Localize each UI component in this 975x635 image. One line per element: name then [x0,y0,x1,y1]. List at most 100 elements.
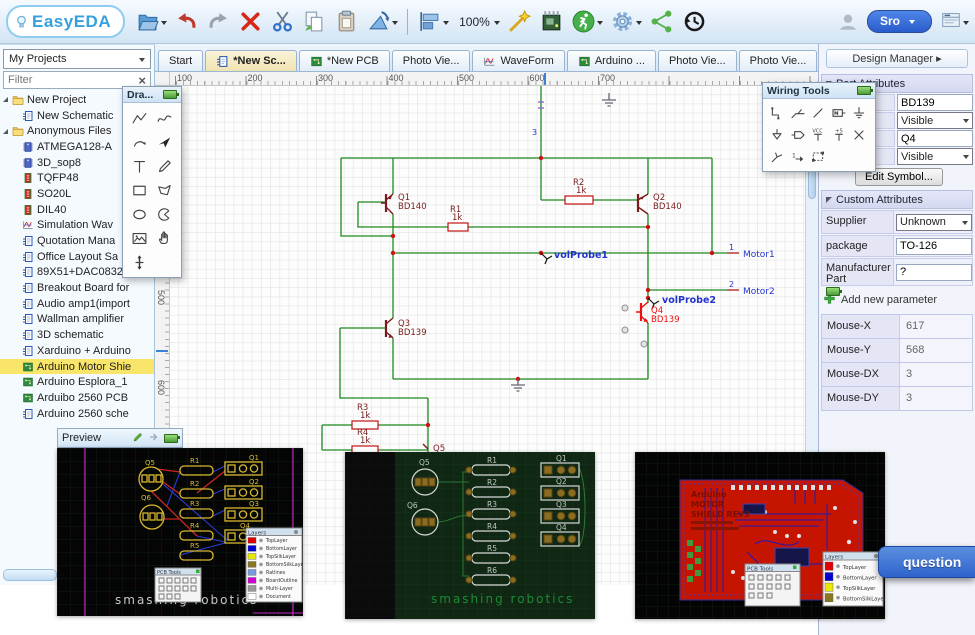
tool-group[interactable] [808,146,829,168]
layer-swatch[interactable] [248,562,256,568]
layer-visibility-eye-icon[interactable] [259,571,263,575]
open-button[interactable] [133,6,169,38]
tab-arduino[interactable]: Arduino ... [567,50,656,71]
manufacturer-part-input[interactable] [896,264,972,281]
tool-pencil[interactable] [152,154,177,178]
wizard-button[interactable] [505,6,534,38]
layer-swatch[interactable] [248,594,256,600]
tree-item-wallman-amplifier[interactable]: Wallman amplifier [0,312,154,328]
layer-visibility-eye-icon[interactable] [836,596,840,600]
tool-v5[interactable]: +5 [829,124,850,146]
tool-bus[interactable] [788,102,809,124]
tool-text[interactable] [127,154,152,178]
tree-item-arduino-2560-sche[interactable]: Arduino 2560 sche [0,406,154,422]
zoom-button[interactable]: 100% [454,6,502,38]
tool-arc[interactable] [127,130,152,154]
tool-move[interactable] [127,250,152,274]
layer-swatch[interactable] [825,594,833,602]
tab-photo-vie[interactable]: Photo Vie... [739,50,818,71]
open-arrow-icon[interactable] [148,431,160,446]
tool-ground[interactable] [849,102,870,124]
layer-visibility-eye-icon[interactable] [259,563,263,567]
share-button[interactable] [647,6,676,38]
ask-question-button[interactable]: question [878,546,975,578]
run-button[interactable] [569,6,605,38]
tool-rect[interactable] [127,178,152,202]
paste-button[interactable] [332,6,361,38]
tree-item-arduino-esplora-1[interactable]: Arduino Esplora_1 [0,374,154,390]
layer-swatch[interactable] [248,578,256,584]
expand-arrow-icon[interactable] [3,97,8,102]
tool-probe[interactable] [767,146,788,168]
layer-visibility-eye-icon[interactable] [259,555,263,559]
expand-arrow-icon[interactable] [3,129,8,134]
easyeda-logo[interactable]: EasyEDA [6,5,125,38]
projects-select[interactable]: My Projects [3,49,151,69]
add-parameter-button[interactable]: Add new parameter [821,287,973,314]
tab-new-pcb[interactable]: *New PCB [299,50,390,71]
layer-visibility-eye-icon[interactable] [259,539,263,543]
tool-image[interactable] [127,226,152,250]
tool-arrow[interactable] [152,130,177,154]
layer-visibility-eye-icon[interactable] [259,579,263,583]
tab-photo-vie[interactable]: Photo Vie... [658,50,737,71]
layer-visibility-eye-icon[interactable] [836,575,840,579]
tool-ellipse[interactable] [127,202,152,226]
layer-visibility-eye-icon[interactable] [259,595,263,599]
pcb-button[interactable] [537,6,566,38]
selection-handles[interactable] [622,305,647,347]
wiring-tools-titlebar[interactable]: Wiring Tools [763,83,875,99]
drawing-tools-titlebar[interactable]: Dra... [123,87,181,103]
sidebar-scrollbar[interactable] [3,569,57,581]
layer-swatch[interactable] [825,583,833,591]
settings-button[interactable] [608,6,644,38]
tree-item-arduibo-2560-pcb[interactable]: Arduibo 2560 PCB [0,390,154,406]
delete-button[interactable] [236,6,265,38]
edit-pencil-icon[interactable] [132,431,144,446]
tab-new-sc[interactable]: *New Sc... [205,50,297,71]
tree-item-3d-schematic[interactable]: 3D schematic [0,327,154,343]
layer-swatch[interactable] [248,570,256,576]
part-name-input[interactable] [897,94,973,111]
resistors[interactable] [352,196,593,454]
tool-net-label[interactable] [829,102,850,124]
tree-item-audio-amp1-import[interactable]: Audio amp1(import [0,296,154,312]
tool-net-flag[interactable] [788,124,809,146]
tab-waveform[interactable]: WaveForm [472,50,564,71]
tree-item-breakout-board-for[interactable]: Breakout Board for [0,280,154,296]
transistors[interactable] [381,194,648,449]
undo-button[interactable] [172,6,201,38]
layer-visibility-eye-icon[interactable] [259,587,263,591]
layer-visibility-eye-icon[interactable] [836,564,840,568]
user-menu-button[interactable]: Sro [867,10,932,33]
transistor-q4-selected[interactable] [636,302,648,323]
layer-swatch[interactable] [248,554,256,560]
layer-visibility-eye-icon[interactable] [259,547,263,551]
tool-ground-tri[interactable] [767,124,788,146]
align-button[interactable] [415,6,451,38]
history-button[interactable] [679,6,708,38]
package-input[interactable] [896,238,972,255]
tool-pie[interactable] [152,202,177,226]
preview-pane-header[interactable]: Preview [57,428,183,448]
custom-attributes-header[interactable]: Custom Attributes [821,190,973,209]
tool-pin-number[interactable]: 1 [788,146,809,168]
tab-start[interactable]: Start [158,50,203,71]
cut-button[interactable] [268,6,297,38]
tool-bezier[interactable] [152,106,177,130]
redo-button[interactable] [204,6,233,38]
layer-swatch[interactable] [248,586,256,592]
ground-symbols[interactable] [511,93,616,391]
copy-button[interactable] [300,6,329,38]
tool-drag[interactable] [152,226,177,250]
voltage-probes[interactable] [541,253,659,309]
supplier-select[interactable]: Unknown [896,214,972,231]
tool-no-connect[interactable] [849,124,870,146]
panel-toggle-button[interactable] [940,9,969,34]
tool-bus-entry[interactable] [808,102,829,124]
layer-swatch[interactable] [825,562,833,570]
filter-input[interactable] [4,74,134,86]
design-manager-button[interactable]: Design Manager ▸ [826,49,968,68]
tree-item-xarduino-arduino[interactable]: Xarduino + Arduino [0,343,154,359]
tree-item-arduino-motor-shie[interactable]: Arduino Motor Shie [0,359,154,375]
